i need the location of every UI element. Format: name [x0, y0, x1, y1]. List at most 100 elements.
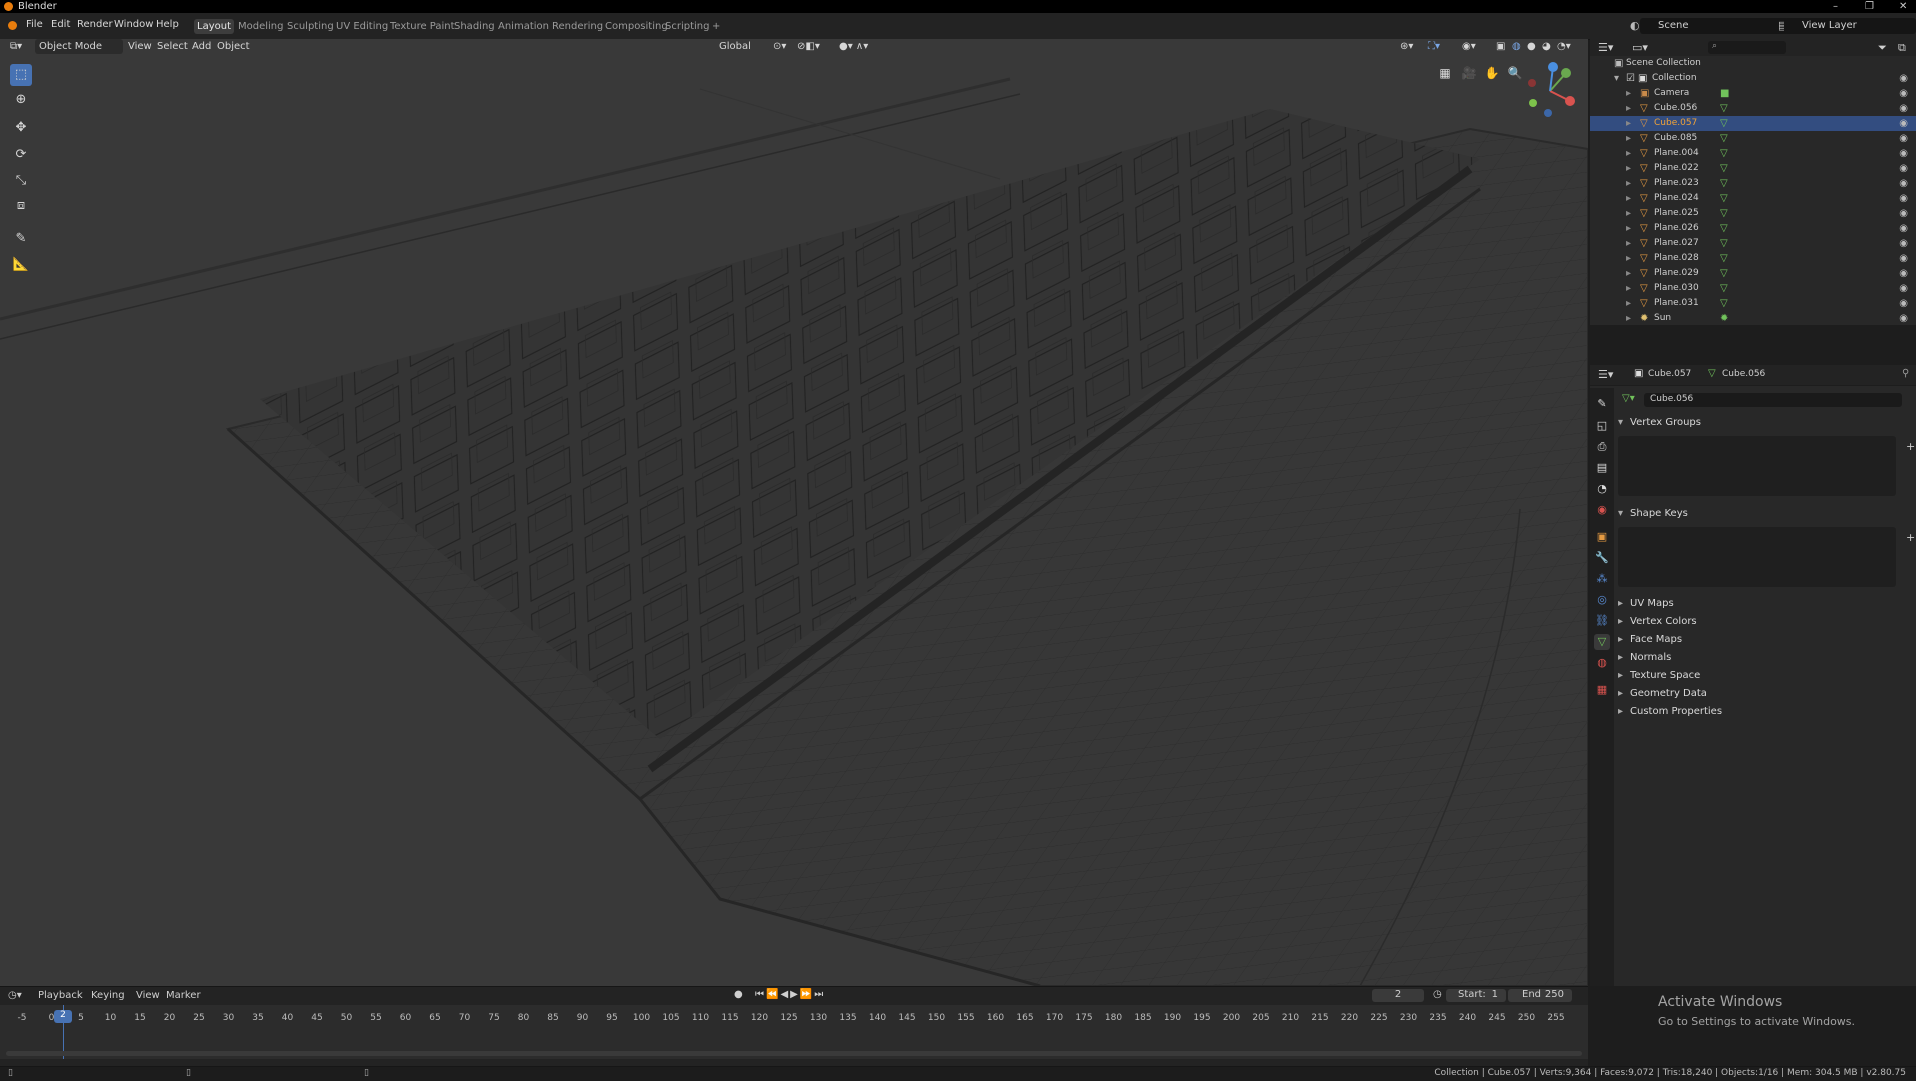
- overlay-icon[interactable]: ◉▾: [1462, 39, 1476, 54]
- transform-orientation-selector[interactable]: Global: [705, 39, 751, 54]
- panel-shape-keys[interactable]: ▾ Shape Keys: [1614, 506, 1916, 522]
- eye-icon[interactable]: ◉: [1899, 101, 1908, 116]
- 3d-viewport[interactable]: ⧉▾ Object Mode View Select Add Object Gl…: [0, 39, 1588, 986]
- object-data-icon[interactable]: ▽: [1720, 282, 1728, 295]
- chevron-right-icon[interactable]: ▸: [1626, 132, 1631, 145]
- chevron-right-icon[interactable]: ▸: [1626, 282, 1631, 295]
- proportional-edit-icon[interactable]: ●▾ ∧▾: [839, 39, 868, 54]
- x-axis-icon[interactable]: [1565, 96, 1575, 106]
- properties-editor-icon[interactable]: ☰▾: [1598, 368, 1613, 381]
- menu-window[interactable]: Window: [114, 19, 153, 30]
- panel-texture-space[interactable]: ▸ Texture Space: [1614, 668, 1916, 684]
- constraints-tab-icon[interactable]: ⛓: [1594, 613, 1610, 629]
- outliner-item[interactable]: ▸ ▽ Cube.085 ▽ ◉: [1590, 131, 1916, 146]
- chevron-right-icon[interactable]: ▸: [1626, 147, 1631, 160]
- outliner-item[interactable]: ▸ ▽ Plane.022 ▽ ◉: [1590, 161, 1916, 176]
- tab-scripting[interactable]: Scripting: [662, 19, 712, 34]
- object-data-icon[interactable]: ✹: [1720, 312, 1728, 325]
- tab-modeling[interactable]: Modeling: [235, 19, 287, 34]
- object-data-icon[interactable]: ▽: [1720, 267, 1728, 280]
- outliner-item[interactable]: ▸ ✹ Sun ✹ ◉: [1590, 311, 1916, 326]
- vertex-groups-list[interactable]: [1618, 436, 1896, 496]
- gizmo-icon[interactable]: ⛶▾: [1428, 39, 1440, 54]
- menu-render[interactable]: Render: [77, 19, 113, 30]
- object-data-icon[interactable]: ▽: [1720, 162, 1728, 175]
- outliner-item[interactable]: ▸ ▽ Cube.057 ▽ ◉: [1590, 116, 1916, 131]
- eye-icon[interactable]: ◉: [1899, 176, 1908, 191]
- chevron-down-icon[interactable]: ▾: [1614, 72, 1619, 85]
- pivot-icon[interactable]: ⊙▾: [773, 39, 786, 54]
- menu-help[interactable]: Help: [156, 19, 179, 30]
- chevron-right-icon[interactable]: ▸: [1626, 312, 1631, 325]
- eye-icon[interactable]: ◉: [1899, 71, 1908, 86]
- view-layer-tab-icon[interactable]: ▤: [1594, 460, 1610, 476]
- outliner-collection[interactable]: ▾ ☑ ▣ Collection ◉: [1590, 71, 1916, 86]
- playback-controls-icon[interactable]: ⏮⏪◀▶⏩⏭: [755, 989, 825, 1000]
- object-data-icon[interactable]: ▽: [1720, 102, 1728, 115]
- texture-tab-icon[interactable]: ▦: [1594, 682, 1610, 698]
- outliner-editor-icon[interactable]: ☰▾: [1598, 41, 1613, 54]
- timeline-track[interactable]: -5 0 5 10 15 20 25 30 35 40 45 50 55 60 65 70 75 80 85 90 95…: [0, 1005, 1588, 1059]
- object-data-icon[interactable]: ▽: [1720, 222, 1728, 235]
- scene-selector[interactable]: Scene: [1640, 18, 1788, 34]
- render-tab-icon[interactable]: ◱: [1594, 418, 1610, 434]
- menu-keying[interactable]: Keying: [91, 990, 125, 1001]
- add-vertex-group-button[interactable]: +: [1906, 440, 1915, 453]
- close-button[interactable]: ✕: [1899, 0, 1907, 13]
- outliner-item[interactable]: ▸ ▣ Camera ■ ◉: [1590, 86, 1916, 101]
- tab-uv-editing[interactable]: UV Editing: [333, 19, 391, 34]
- record-icon[interactable]: ●: [734, 989, 743, 1000]
- panel-normals[interactable]: ▸ Normals: [1614, 650, 1916, 666]
- outliner-item[interactable]: ▸ ▽ Plane.023 ▽ ◉: [1590, 176, 1916, 191]
- playhead-frame-label[interactable]: 2: [54, 1010, 72, 1023]
- pin-icon[interactable]: ⚲: [1902, 368, 1909, 379]
- chevron-right-icon[interactable]: ▸: [1626, 237, 1631, 250]
- chevron-right-icon[interactable]: ▸: [1626, 177, 1631, 190]
- tool-tab-icon[interactable]: ✎: [1594, 396, 1610, 412]
- view-layer-selector[interactable]: View Layer: [1784, 18, 1916, 34]
- object-data-icon[interactable]: ▽: [1720, 147, 1728, 160]
- blender-menu-icon[interactable]: [8, 21, 17, 30]
- outliner-item[interactable]: ▸ ▽ Plane.025 ▽ ◉: [1590, 206, 1916, 221]
- wireframe-shading-icon[interactable]: ◍: [1512, 39, 1521, 54]
- eye-icon[interactable]: ◉: [1899, 206, 1908, 221]
- object-tab-icon[interactable]: ▣: [1594, 529, 1610, 545]
- menu-file[interactable]: File: [26, 19, 43, 30]
- xray-icon[interactable]: ▣: [1496, 39, 1505, 54]
- eye-icon[interactable]: ◉: [1899, 281, 1908, 296]
- menu-object[interactable]: Object: [217, 39, 250, 54]
- outliner-item[interactable]: ▸ ▽ Plane.030 ▽ ◉: [1590, 281, 1916, 296]
- object-data-icon[interactable]: ▽: [1720, 297, 1728, 310]
- object-data-icon[interactable]: ▽: [1720, 117, 1728, 130]
- outliner-item[interactable]: ▸ ▽ Plane.024 ▽ ◉: [1590, 191, 1916, 206]
- scene-tab-icon[interactable]: ◔: [1594, 481, 1610, 497]
- maximize-button[interactable]: ❐: [1865, 0, 1874, 13]
- y-axis-icon[interactable]: [1561, 68, 1571, 78]
- object-data-icon[interactable]: ▽: [1720, 207, 1728, 220]
- current-frame-field[interactable]: 2: [1372, 989, 1424, 1002]
- outliner-item[interactable]: ▸ ▽ Plane.027 ▽ ◉: [1590, 236, 1916, 251]
- annotate-tool-icon[interactable]: ✎: [10, 228, 32, 250]
- eye-icon[interactable]: ◉: [1899, 266, 1908, 281]
- chevron-right-icon[interactable]: ▸: [1626, 162, 1631, 175]
- checkbox-icon[interactable]: ☑: [1626, 72, 1635, 85]
- outliner-item[interactable]: ▸ ▽ Plane.028 ▽ ◉: [1590, 251, 1916, 266]
- editor-type-icon[interactable]: ⧉▾: [10, 39, 22, 54]
- outliner-item[interactable]: ▸ ▽ Plane.026 ▽ ◉: [1590, 221, 1916, 236]
- object-data-icon[interactable]: ▽: [1720, 132, 1728, 145]
- eye-icon[interactable]: ◉: [1899, 116, 1908, 131]
- menu-view[interactable]: View: [128, 39, 152, 54]
- rotate-tool-icon[interactable]: ⟳: [10, 144, 32, 166]
- modifier-tab-icon[interactable]: 🔧: [1594, 550, 1610, 566]
- navigation-gizmo[interactable]: [1520, 61, 1580, 121]
- particles-tab-icon[interactable]: ⁂: [1594, 571, 1610, 587]
- wireframe-canvas[interactable]: [0, 39, 1588, 986]
- chevron-right-icon[interactable]: ▸: [1626, 297, 1631, 310]
- eye-icon[interactable]: ◉: [1899, 236, 1908, 251]
- mesh-name-field[interactable]: Cube.056: [1644, 393, 1902, 407]
- panel-geometry-data[interactable]: ▸ Geometry Data: [1614, 686, 1916, 702]
- start-frame-field[interactable]: Start: 1: [1446, 989, 1506, 1002]
- tab-rendering[interactable]: Rendering: [549, 19, 606, 34]
- shape-keys-list[interactable]: [1618, 527, 1896, 587]
- eye-icon[interactable]: ◉: [1899, 311, 1908, 326]
